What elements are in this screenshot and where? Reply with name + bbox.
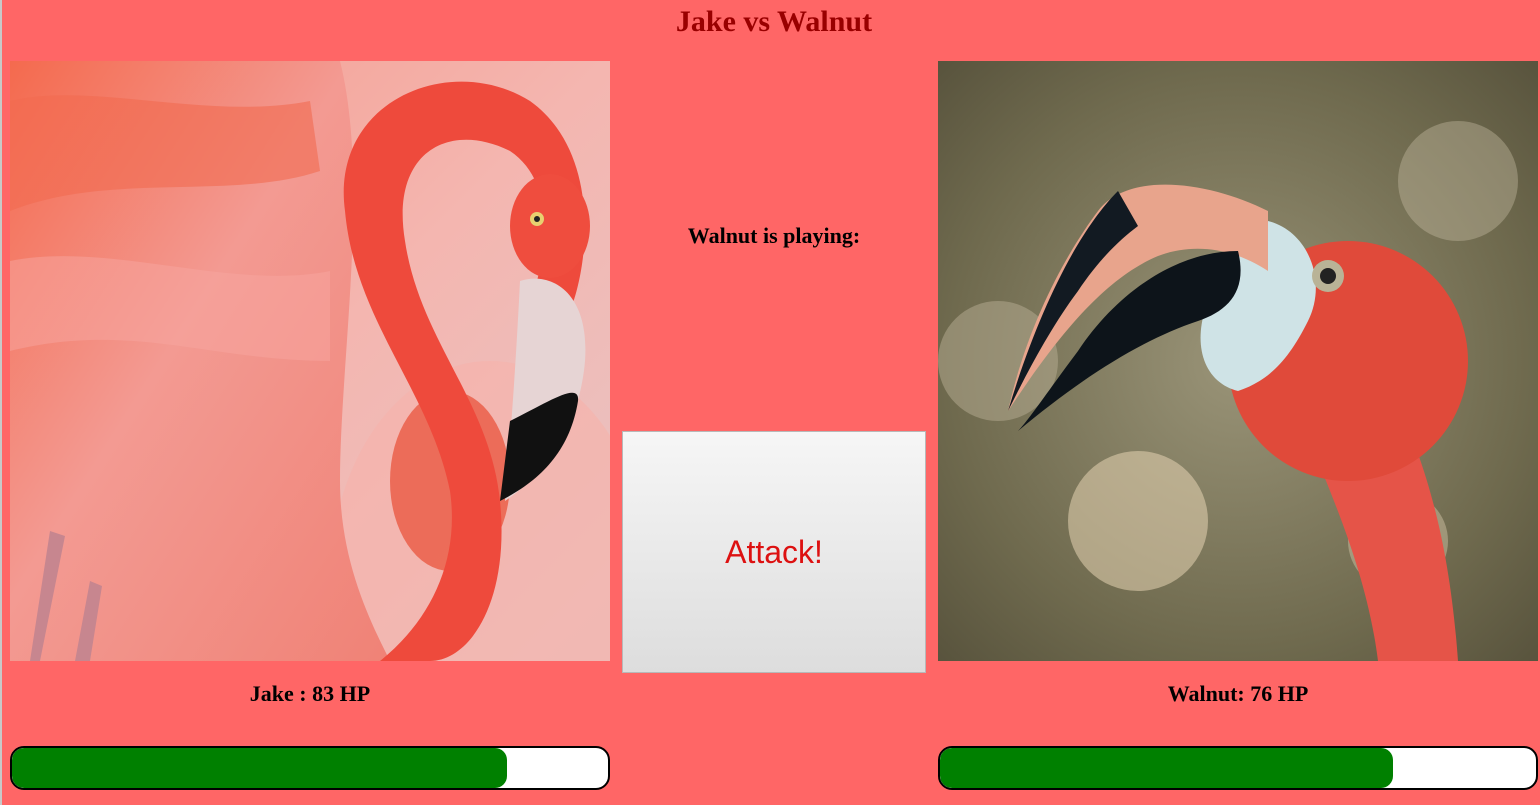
player2-hp-label: Walnut: 76 HP — [1167, 681, 1309, 706]
player2-health-bar — [938, 746, 1538, 790]
player1-health-bar — [10, 746, 610, 790]
player1-health-fill — [12, 748, 507, 788]
player1-portrait — [10, 61, 610, 661]
turn-status: Walnut is playing: — [687, 223, 861, 248]
attack-button[interactable]: Attack! — [622, 431, 926, 673]
page-left-border — [0, 0, 2, 805]
page-title: Jake vs Walnut — [675, 5, 873, 38]
player1-hp-label: Jake : 83 HP — [249, 681, 371, 706]
player2-portrait — [938, 61, 1538, 661]
player2-health-fill — [940, 748, 1393, 788]
